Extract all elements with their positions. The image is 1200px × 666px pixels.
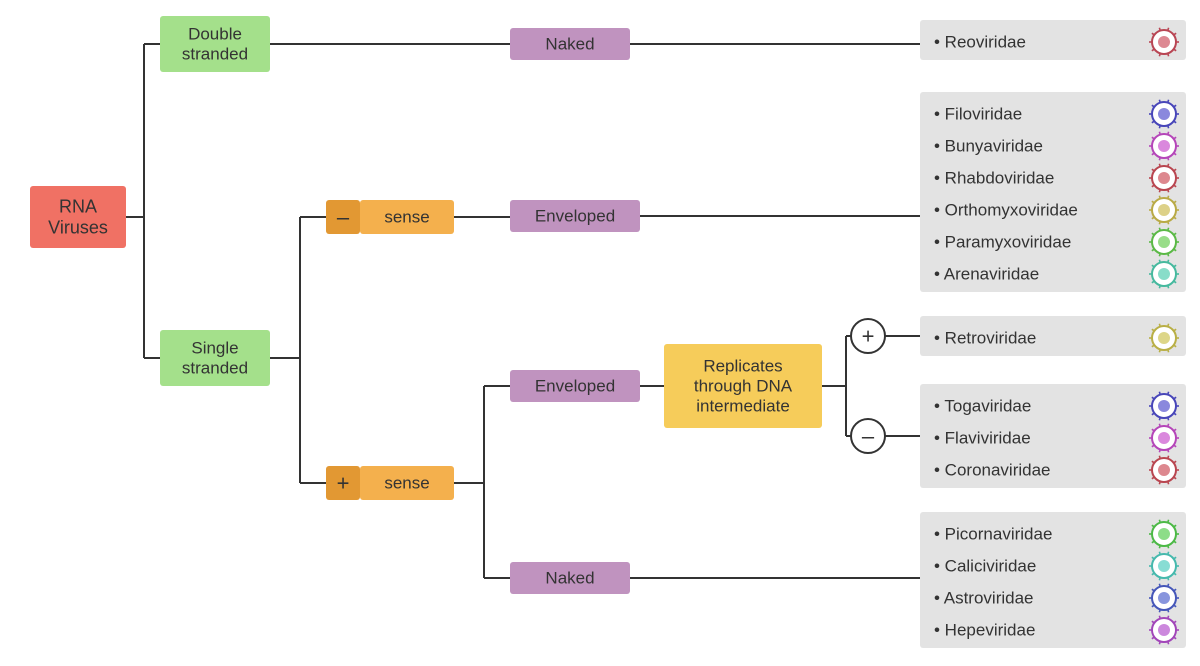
family-panel-positive-enveloped-item: • Coronaviridae <box>934 461 1051 480</box>
family-panel-positive-enveloped: • Togaviridae • Flaviviridae • Coronavirid… <box>920 384 1186 488</box>
naked-plus-box: Naked <box>510 562 630 594</box>
minus-sense-box-label: sense <box>384 208 429 227</box>
family-panel-positive-enveloped-item: • Togaviridae <box>934 397 1031 416</box>
dna-intermediate-box-label: intermediate <box>696 397 790 416</box>
dna-intermediate-box: Replicates through DNAintermediate <box>664 344 822 428</box>
plus-sense-box: + sense <box>326 466 454 500</box>
family-panel-negative-enveloped-item: • Arenaviridae <box>934 265 1039 284</box>
naked-ds-box-label: Naked <box>545 35 594 54</box>
family-panel-positive-naked-item: • Hepeviridae <box>934 621 1035 640</box>
family-panel-negative-enveloped-item: • Orthomyxoviridae <box>934 201 1078 220</box>
dna-intermediate-box-label: Replicates <box>703 356 782 375</box>
single-stranded-box: Single stranded <box>160 330 270 386</box>
family-panel-positive-naked-item: • Picornaviridae <box>934 525 1052 544</box>
family-panel-positive-enveloped-item: • Flaviviridae <box>934 429 1031 448</box>
plus-sense-box-label: sense <box>384 474 429 493</box>
single-stranded-box-label: Single <box>191 338 238 357</box>
rna-virus-tree-diagram: RNAViruses Double stranded Single stranded Na… <box>0 0 1200 666</box>
family-panel-negative-enveloped-item: • Filoviridae <box>934 105 1022 124</box>
minus-sense-box-sign: – <box>337 205 350 230</box>
family-panel-reoviridae-item: • Reoviridae <box>934 33 1026 52</box>
family-panel-positive-naked: • Picornaviridae • Caliciviridae • Astrovi… <box>920 512 1186 648</box>
dna-minus-circle: – <box>851 419 885 453</box>
enveloped-plus-box: Enveloped <box>510 370 640 402</box>
dna-plus-circle: + <box>851 319 885 353</box>
family-panel-negative-enveloped-item: • Rhabdoviridae <box>934 169 1054 188</box>
family-panel-retroviridae-item: • Retroviridae <box>934 329 1036 348</box>
double-stranded-box: Double stranded <box>160 16 270 72</box>
enveloped-minus-box: Enveloped <box>510 200 640 232</box>
family-panel-reoviridae: • Reoviridae <box>920 20 1186 60</box>
plus-sense-box-sign: + <box>337 471 350 496</box>
naked-plus-box-label: Naked <box>545 569 594 588</box>
root-box-label: RNA <box>59 196 97 216</box>
double-stranded-box-label: stranded <box>182 45 248 64</box>
dna-minus-circle-label: – <box>862 424 875 449</box>
root-box: RNAViruses <box>30 186 126 248</box>
family-panel-positive-naked-item: • Astroviridae <box>934 589 1034 608</box>
family-panel-positive-naked-item: • Caliciviridae <box>934 557 1036 576</box>
dna-intermediate-box-label: through DNA <box>694 377 793 396</box>
family-panel-negative-enveloped: • Filoviridae • Bunyaviridae • Rhabdovirid… <box>920 92 1186 292</box>
root-box-label: Viruses <box>48 218 108 238</box>
dna-plus-circle-label: + <box>862 324 875 349</box>
enveloped-minus-box-label: Enveloped <box>535 207 615 226</box>
naked-ds-box: Naked <box>510 28 630 60</box>
family-panel-negative-enveloped-item: • Paramyxoviridae <box>934 233 1071 252</box>
family-panel-retroviridae: • Retroviridae <box>920 316 1186 356</box>
minus-sense-box: – sense <box>326 200 454 234</box>
enveloped-plus-box-label: Enveloped <box>535 377 615 396</box>
family-panel-negative-enveloped-item: • Bunyaviridae <box>934 137 1043 156</box>
single-stranded-box-label: stranded <box>182 359 248 378</box>
double-stranded-box-label: Double <box>188 24 242 43</box>
